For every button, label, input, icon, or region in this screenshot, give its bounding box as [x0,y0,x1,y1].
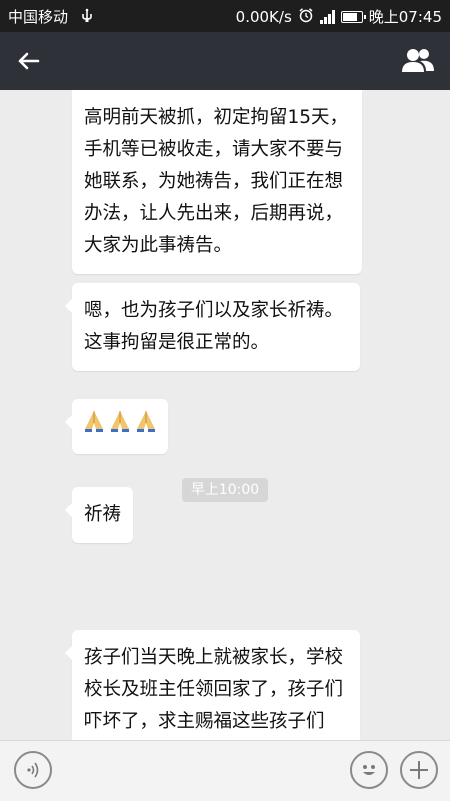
emoji-row [82,407,158,446]
back-button[interactable] [14,46,44,76]
message-4: 祈祷 [64,487,134,543]
chat-area[interactable]: 高明前天被抓，初定拘留15天，手机等已被收走，请大家不要与她联系，为她祷告，我们… [0,90,450,740]
message-5: 孩子们当天晚上就被家长，学校校长及班主任领回家了，孩子们吓坏了，求主赐福这些孩子… [65,630,360,740]
message-bubble[interactable]: 祈祷 [64,487,134,543]
battery-icon [340,10,366,23]
message-bubble[interactable]: 孩子们当天晚上就被家长，学校校长及班主任领回家了，孩子们吓坏了，求主赐福这些孩子… [65,630,360,740]
signal-icon [319,9,335,24]
title-bar [0,32,450,90]
status-bar: 中国移动 0.00K/s 晚上07:45 [0,0,450,32]
clock: 晚上07:45 [368,8,442,26]
status-left: 中国移动 [8,6,95,28]
input-bar [0,740,450,801]
message-1: 高明前天被抓，初定拘留15天，手机等已被收走，请大家不要与她联系，为她祷告，我们… [72,90,362,274]
alarm-icon [298,7,314,27]
emoji-smile-icon [357,758,381,786]
timestamp-divider: 早上10:00 [182,478,268,502]
network-speed: 0.00K/s [235,7,292,26]
plus-icon [407,758,431,786]
praying-hands-icon [134,409,158,444]
chat-info-button[interactable] [400,46,436,76]
message-bubble-emoji[interactable] [65,399,168,454]
praying-hands-icon [108,409,132,444]
status-right: 0.00K/s 晚上07:45 [236,6,442,27]
usb-icon [79,8,95,28]
group-contacts-icon [400,49,436,80]
praying-hands-icon [82,409,106,444]
message-3 [65,399,168,454]
carrier-label: 中国移动 [8,8,69,26]
voice-icon [22,759,44,785]
message-bubble[interactable]: 高明前天被抓，初定拘留15天，手机等已被收走，请大家不要与她联系，为她祷告，我们… [72,90,362,274]
voice-button[interactable] [14,751,52,789]
emoji-button[interactable] [350,751,388,789]
back-arrow-icon [14,52,44,80]
more-button[interactable] [400,751,438,789]
message-2: 嗯，也为孩子们以及家长祈祷。这事拘留是很正常的。 [65,283,360,371]
message-bubble[interactable]: 嗯，也为孩子们以及家长祈祷。这事拘留是很正常的。 [65,283,360,371]
